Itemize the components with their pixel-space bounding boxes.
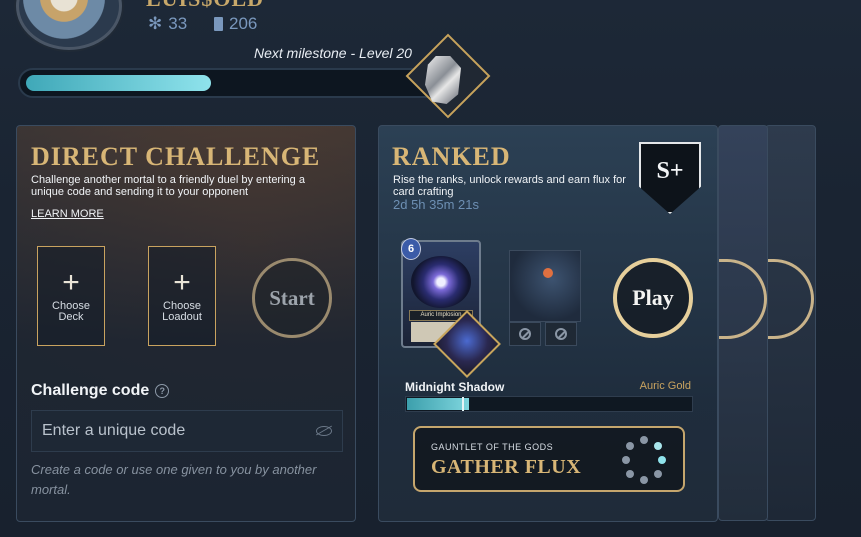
challenge-code-hint: Create a code or use one given to you by… (31, 462, 317, 497)
season-timer: 2d 5h 35m 21s (393, 197, 480, 212)
choose-deck-button[interactable]: + Choose Deck (37, 246, 105, 346)
loadout-board[interactable] (509, 250, 581, 322)
player-name: LUIS$OLD (146, 0, 264, 12)
stat-level-value: 33 (168, 14, 188, 33)
stat-cards: 206 (214, 14, 257, 34)
ranked-description: Rise the ranks, unlock rewards and earn … (393, 174, 626, 198)
level-progress-fill (26, 75, 211, 91)
mode-panel-back-1[interactable] (718, 125, 768, 521)
stat-cards-value: 206 (229, 14, 258, 33)
direct-challenge-description: Challenge another mortal to a friendly d… (31, 174, 305, 198)
rank-badge[interactable]: S+ (639, 142, 701, 214)
rank-progress-fill (407, 398, 469, 410)
milestone-label: Next milestone - Level 20 (254, 45, 412, 61)
choose-loadout-button[interactable]: + Choose Loadout (148, 246, 216, 346)
challenge-code-input[interactable]: Enter a unique code (31, 410, 343, 452)
player-avatar[interactable] (16, 0, 122, 50)
loading-spinner-icon (620, 436, 668, 484)
empty-slot-1 (509, 322, 541, 346)
stat-level: ✻ 33 (148, 14, 187, 34)
plus-icon: + (62, 266, 80, 299)
play-button-partial[interactable] (766, 259, 814, 339)
challenge-code-placeholder: Enter a unique code (42, 422, 186, 439)
plus-icon: + (173, 266, 191, 299)
direct-challenge-title: DIRECT CHALLENGE (31, 142, 321, 171)
ranked-panel: RANKED Rise the ranks, unlock rewards an… (378, 125, 718, 522)
ranked-title: RANKED (392, 142, 511, 171)
current-rank-label: Midnight Shadow (405, 380, 505, 394)
gauntlet-title: GATHER FLUX (431, 456, 582, 478)
next-rank-label: Auric Gold (639, 380, 691, 392)
blocked-icon (555, 328, 567, 340)
snowflake-icon: ✻ (148, 14, 163, 33)
card-art (411, 256, 471, 308)
challenge-code-text: Challenge code (31, 382, 150, 399)
hide-code-icon[interactable] (316, 426, 332, 436)
rank-progress-bar (405, 396, 693, 412)
cards-icon (214, 17, 223, 31)
mode-panel-back-2[interactable] (765, 125, 816, 521)
gauntlet-subtitle: GAUNTLET OF THE GODS (431, 442, 554, 452)
board-marker (543, 268, 553, 278)
rank-progress-marker (462, 397, 464, 411)
card-cost: 6 (401, 238, 421, 260)
direct-challenge-panel: DIRECT CHALLENGE Challenge another morta… (16, 125, 356, 522)
gather-flux-button[interactable]: GAUNTLET OF THE GODS GATHER FLUX (413, 426, 685, 492)
choose-loadout-label: Choose Loadout (162, 300, 202, 323)
play-button[interactable]: Play (613, 258, 693, 338)
play-button-partial[interactable] (719, 259, 767, 339)
choose-deck-label: Choose Deck (52, 300, 90, 323)
blocked-icon (519, 328, 531, 340)
challenge-code-label: Challenge code? (31, 382, 170, 400)
empty-slot-2 (545, 322, 577, 346)
level-progress-bar (18, 68, 436, 98)
help-icon[interactable]: ? (155, 383, 170, 398)
start-button[interactable]: Start (252, 258, 332, 338)
learn-more-link[interactable]: LEARN MORE (31, 208, 104, 220)
